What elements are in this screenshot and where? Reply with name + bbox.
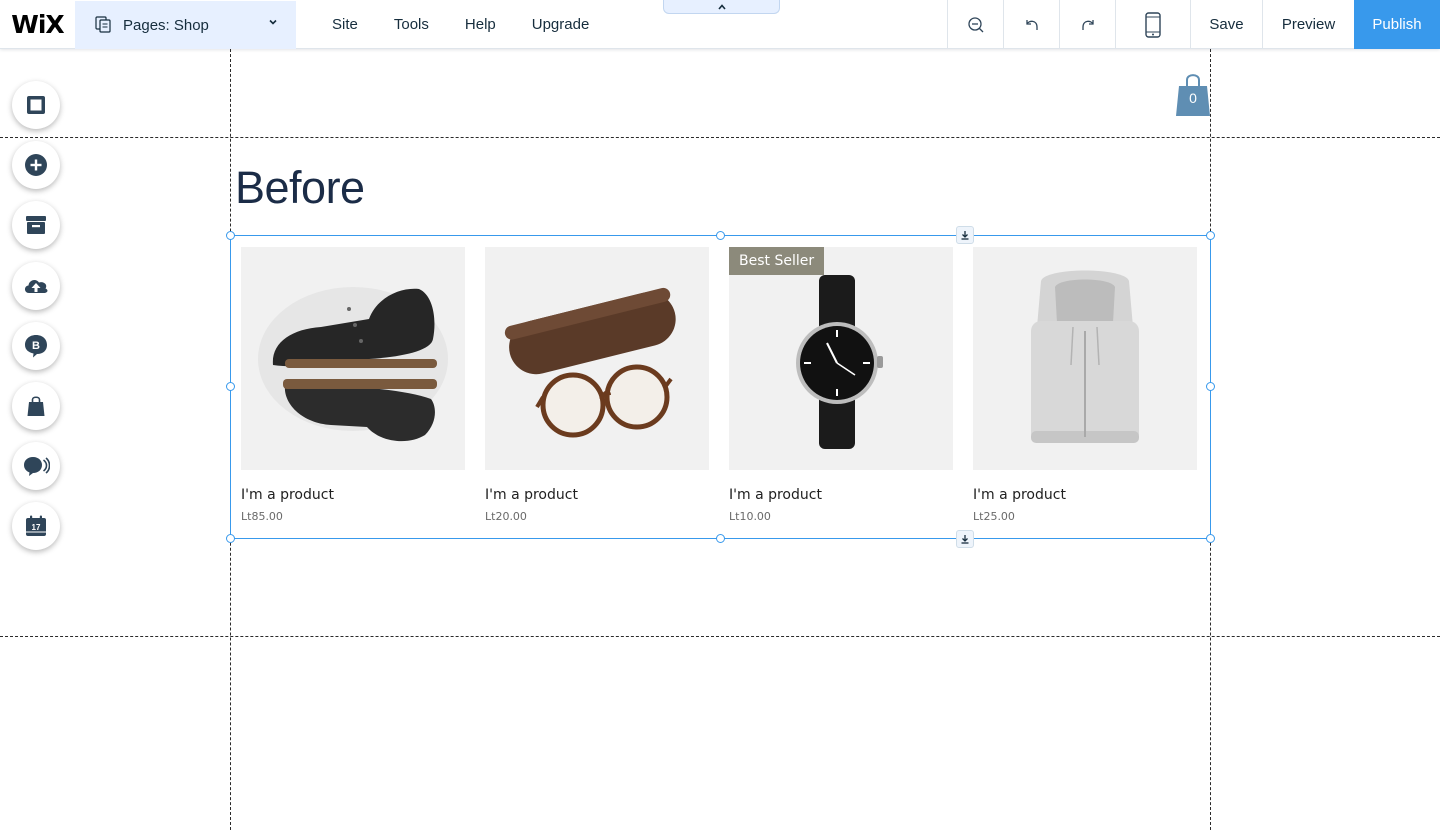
pages-dropdown-label: Pages: Shop [123, 16, 209, 34]
product-name: I'm a product [241, 487, 334, 503]
main-menu: Site Tools Help Upgrade [314, 0, 607, 49]
redo-button[interactable] [1059, 0, 1115, 49]
product-card[interactable]: I'm a product Lt25.00 [973, 247, 1197, 523]
pages-icon [95, 16, 113, 34]
add-icon [25, 154, 47, 176]
product-card[interactable]: Best Seller I'm a product Lt10.00 [729, 247, 953, 523]
cart-count: 0 [1189, 90, 1197, 106]
product-price: Lt20.00 [485, 510, 527, 523]
resize-handle-left[interactable] [226, 382, 235, 391]
product-image-hoodie [973, 247, 1197, 470]
calendar-icon: 17 [26, 515, 46, 536]
resize-handle-top[interactable] [716, 231, 725, 240]
wix-logo[interactable]: WiX [0, 0, 75, 49]
cart-icon-widget[interactable]: 0 [1176, 72, 1210, 116]
menu-site[interactable]: Site [314, 16, 376, 33]
zoom-out-icon [967, 16, 983, 32]
product-price: Lt10.00 [729, 510, 771, 523]
product-image-shoes [241, 247, 465, 470]
bookings-button[interactable]: 17 [12, 502, 60, 550]
menu-help[interactable]: Help [447, 16, 514, 33]
chevron-up-icon [717, 3, 726, 10]
resize-handle-bottom[interactable] [716, 534, 725, 543]
resize-handle-bottom-left[interactable] [226, 534, 235, 543]
ribbon-badge: Best Seller [729, 247, 825, 275]
product-price: Lt85.00 [241, 510, 283, 523]
collapse-toolbar-button[interactable] [663, 0, 780, 14]
download-arrow-icon [961, 231, 969, 240]
resize-handle-top-right[interactable] [1206, 231, 1215, 240]
background-icon [27, 96, 45, 114]
chat-icon [24, 457, 50, 476]
blog-button[interactable]: B [12, 322, 60, 370]
save-button[interactable]: Save [1190, 0, 1262, 49]
shopping-bag-icon [27, 396, 45, 416]
logo-text: WiX [11, 10, 64, 39]
preview-button[interactable]: Preview [1262, 0, 1354, 49]
my-store-button[interactable] [12, 382, 60, 430]
mobile-icon [1145, 11, 1161, 38]
add-button[interactable] [12, 141, 60, 189]
product-name: I'm a product [729, 487, 822, 503]
pages-dropdown[interactable]: Pages: Shop [75, 1, 296, 49]
chat-button[interactable] [12, 442, 60, 490]
zoom-out-button[interactable] [947, 0, 1003, 49]
footer-divider[interactable] [0, 636, 1440, 637]
resize-handle-bottom-right[interactable] [1206, 534, 1215, 543]
undo-button[interactable] [1003, 0, 1059, 49]
store-button[interactable] [12, 201, 60, 249]
product-image-watch: Best Seller [729, 247, 953, 470]
calendar-day: 17 [32, 523, 41, 532]
redo-icon [1081, 19, 1094, 30]
product-image-glasses [485, 247, 709, 470]
stretch-button-top[interactable] [956, 226, 974, 244]
svg-text:B: B [32, 340, 40, 352]
product-card[interactable]: I'm a product Lt20.00 [485, 247, 709, 523]
blog-icon: B [25, 335, 47, 358]
product-name: I'm a product [485, 487, 578, 503]
chevron-down-icon [268, 16, 278, 30]
store-icon [26, 216, 46, 234]
background-button[interactable] [12, 81, 60, 129]
top-tools: Save Preview Publish [947, 0, 1440, 49]
header-divider[interactable] [0, 137, 1440, 138]
download-arrow-icon [961, 535, 969, 544]
product-card[interactable]: I'm a product Lt85.00 [241, 247, 465, 523]
resize-handle-right[interactable] [1206, 382, 1215, 391]
menu-upgrade[interactable]: Upgrade [514, 16, 608, 33]
mobile-view-button[interactable] [1115, 0, 1190, 49]
undo-icon [1025, 19, 1038, 30]
resize-handle-top-left[interactable] [226, 231, 235, 240]
product-price: Lt25.00 [973, 510, 1015, 523]
wix-editor: WiX Pages: Shop Site Tools Help Upgrade [0, 0, 1440, 830]
menu-tools[interactable]: Tools [376, 16, 447, 33]
cloud-upload-icon [24, 280, 48, 293]
upload-button[interactable] [12, 262, 60, 310]
stretch-button-bottom[interactable] [956, 530, 974, 548]
product-name: I'm a product [973, 487, 1066, 503]
publish-button[interactable]: Publish [1354, 0, 1440, 49]
page-heading[interactable]: Before [235, 162, 365, 214]
